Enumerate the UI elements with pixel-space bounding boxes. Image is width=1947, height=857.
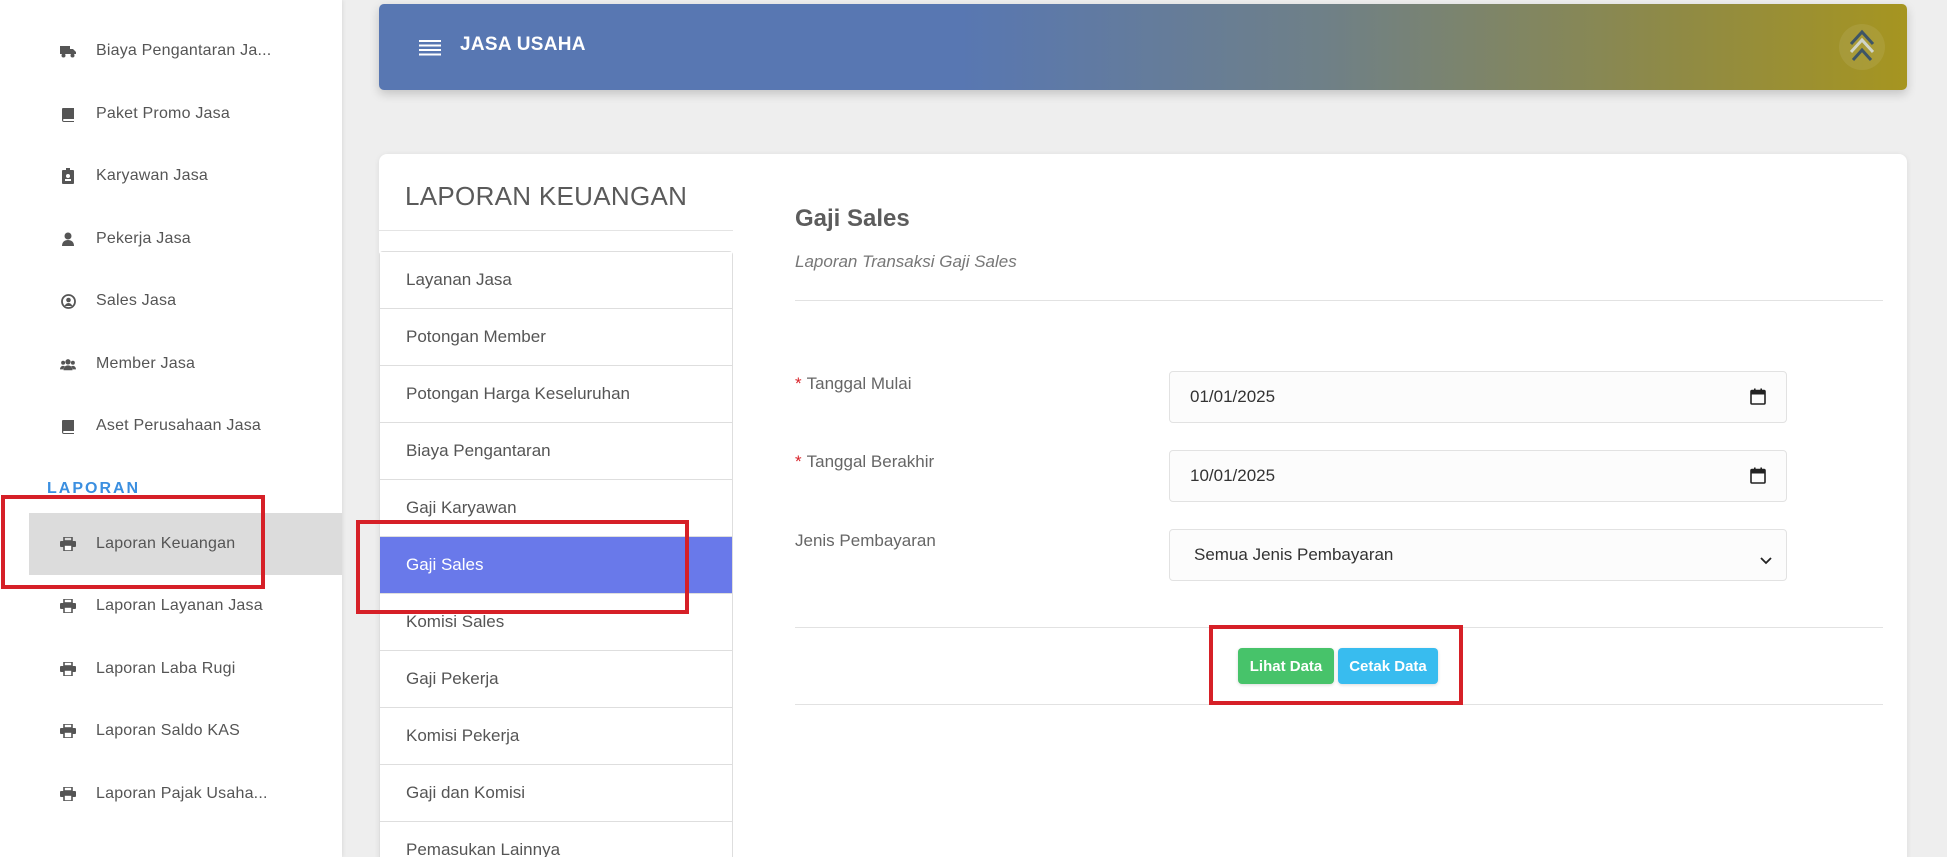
company-logo-icon xyxy=(1837,22,1887,72)
sidebar-item-pekerja[interactable]: Pekerja Jasa xyxy=(0,208,342,270)
sidebar-item-aset[interactable]: Aset Perusahaan Jasa xyxy=(0,395,342,457)
payment-type-label: Jenis Pembayaran xyxy=(795,531,936,550)
users-icon xyxy=(60,356,76,372)
user-circle-icon xyxy=(60,293,76,309)
printer-icon xyxy=(60,598,76,614)
hamburger-menu-icon[interactable] xyxy=(419,38,441,61)
highlight-box-menu xyxy=(356,520,689,614)
book-icon xyxy=(60,418,76,434)
sidebar-item-label: Laporan Layanan Jasa xyxy=(96,597,263,614)
sidebar-item-label: Biaya Pengantaran Ja... xyxy=(96,42,272,59)
sidebar-item-label: Paket Promo Jasa xyxy=(96,105,230,122)
sidebar-item-member[interactable]: Member Jasa xyxy=(0,333,342,395)
payment-type-value: Semua Jenis Pembayaran xyxy=(1194,545,1394,564)
printer-icon xyxy=(60,723,76,739)
report-menu-item-gaji-komisi[interactable]: Gaji dan Komisi xyxy=(380,765,732,822)
required-mark: * xyxy=(795,452,802,471)
report-menu-item-gaji-pekerja[interactable]: Gaji Pekerja xyxy=(380,651,732,708)
card-title: LAPORAN KEUANGAN xyxy=(405,181,688,211)
start-date-input[interactable]: 01/01/2025 xyxy=(1169,371,1787,423)
report-menu-item-potongan-harga[interactable]: Potongan Harga Keseluruhan xyxy=(380,366,732,423)
user-icon xyxy=(60,231,76,247)
sidebar-item-label: Aset Perusahaan Jasa xyxy=(96,417,261,434)
highlight-box-sidebar xyxy=(1,495,265,589)
sidebar-item-biaya-pengantaran[interactable]: Biaya Pengantaran Ja... xyxy=(0,20,342,82)
end-date-input[interactable]: 10/01/2025 xyxy=(1169,450,1787,502)
id-badge-icon xyxy=(60,168,76,184)
calendar-icon[interactable] xyxy=(1750,388,1766,410)
sidebar-item-laporan-pajak[interactable]: Laporan Pajak Usaha... xyxy=(0,763,342,825)
book-icon xyxy=(60,106,76,122)
top-header: JASA USAHA xyxy=(379,4,1907,90)
section-title: Gaji Sales xyxy=(795,205,910,232)
divider xyxy=(379,230,733,231)
end-date-value: 10/01/2025 xyxy=(1190,466,1276,485)
truck-icon xyxy=(60,43,76,59)
sidebar-item-laporan-laba-rugi[interactable]: Laporan Laba Rugi xyxy=(0,638,342,700)
report-menu-item-potongan-member[interactable]: Potongan Member xyxy=(380,309,732,366)
calendar-icon[interactable] xyxy=(1750,467,1766,489)
sidebar: Biaya Pengantaran Ja... Paket Promo Jasa… xyxy=(0,0,342,857)
divider xyxy=(795,300,1883,301)
report-menu-item-biaya-pengantaran[interactable]: Biaya Pengantaran xyxy=(380,423,732,480)
sidebar-item-label: Sales Jasa xyxy=(96,292,177,309)
start-date-value: 01/01/2025 xyxy=(1190,387,1276,406)
sidebar-item-label: Laporan Saldo KAS xyxy=(96,722,240,739)
printer-icon xyxy=(60,661,76,677)
app-title: JASA USAHA xyxy=(460,34,586,55)
sidebar-item-karyawan[interactable]: Karyawan Jasa xyxy=(0,145,342,207)
payment-type-select[interactable]: Semua Jenis Pembayaran xyxy=(1169,529,1787,581)
sidebar-item-label: Member Jasa xyxy=(96,355,196,372)
report-menu-item-layanan-jasa[interactable]: Layanan Jasa xyxy=(380,252,732,309)
start-date-label: * Tanggal Mulai xyxy=(795,374,912,393)
report-menu-item-pemasukan-lainnya[interactable]: Pemasukan Lainnya xyxy=(380,822,732,857)
printer-icon xyxy=(60,786,76,802)
report-menu-item-komisi-pekerja[interactable]: Komisi Pekerja xyxy=(380,708,732,765)
end-date-label: * Tanggal Berakhir xyxy=(795,452,935,471)
chevron-down-icon xyxy=(1760,550,1772,570)
sidebar-item-label: Karyawan Jasa xyxy=(96,167,208,184)
sidebar-item-label: Pekerja Jasa xyxy=(96,230,191,247)
sidebar-item-label: Laporan Pajak Usaha... xyxy=(96,785,268,802)
sidebar-item-paket-promo[interactable]: Paket Promo Jasa xyxy=(0,83,342,145)
sidebar-item-label: Laporan Laba Rugi xyxy=(96,660,236,677)
sidebar-item-sales[interactable]: Sales Jasa xyxy=(0,270,342,332)
section-subtitle: Laporan Transaksi Gaji Sales xyxy=(795,252,1017,271)
highlight-box-buttons xyxy=(1209,625,1463,705)
sidebar-item-laporan-saldo-kas[interactable]: Laporan Saldo KAS xyxy=(0,700,342,762)
required-mark: * xyxy=(795,374,802,393)
